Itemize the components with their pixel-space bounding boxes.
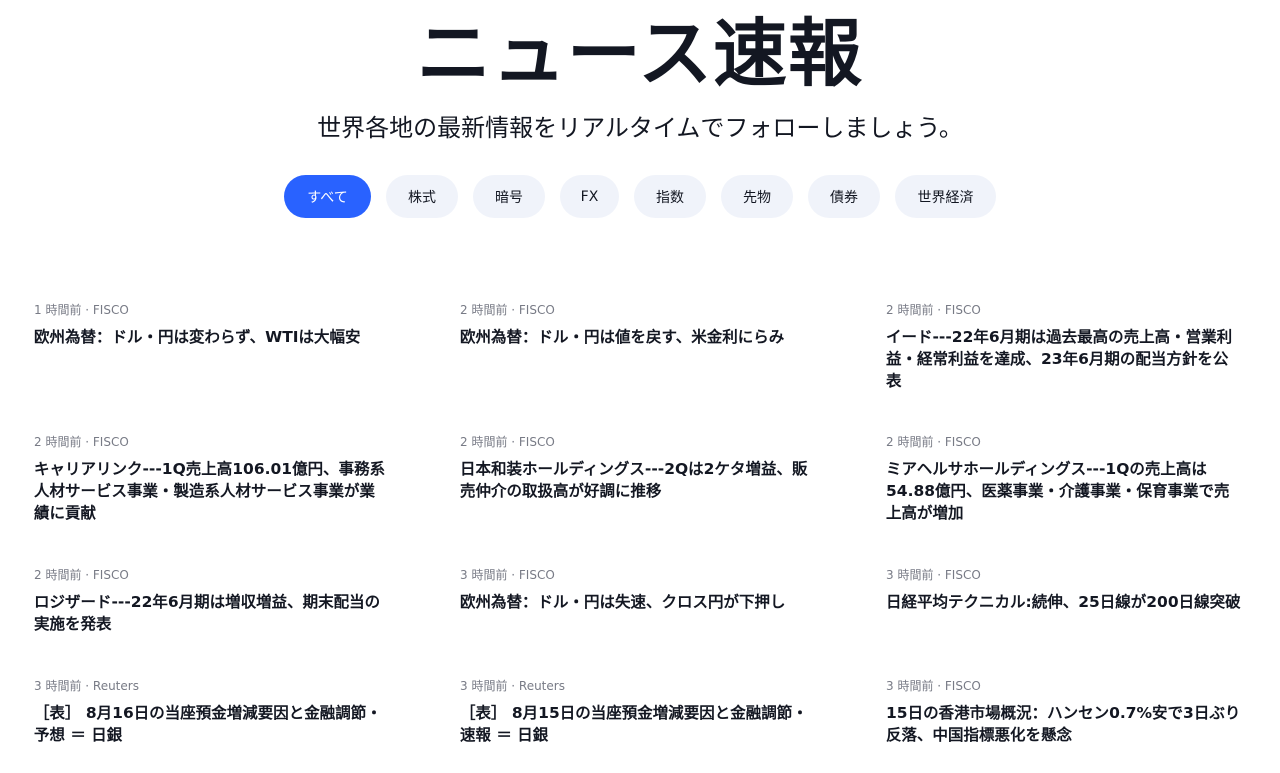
news-meta: 1 時間前 · FISCO — [34, 303, 129, 317]
news-item[interactable]: 2 時間前 · FISCO キャリアリンク---1Q売上高106.01億円、事務… — [34, 434, 389, 524]
news-item[interactable]: 2 時間前 · FISCO 日本和装ホールディングス---2Qは2ケタ増益、販売… — [460, 434, 815, 502]
tab-all[interactable]: すべて — [284, 175, 371, 218]
news-item[interactable]: 3 時間前 · FISCO 日経平均テクニカル:続伸、25日線が200日線突破 — [886, 567, 1241, 613]
news-title[interactable]: 15日の香港市場概況：ハンセン0.7%安で3日ぶり反落、中国指標悪化を懸念 — [886, 702, 1241, 746]
news-meta: 2 時間前 · FISCO — [34, 435, 129, 449]
page-title: ニュース速報 — [416, 11, 864, 97]
tab-fx[interactable]: FX — [560, 175, 619, 218]
tab-world-economy[interactable]: 世界経済 — [895, 175, 996, 218]
news-meta: 2 時間前 · FISCO — [34, 568, 129, 582]
news-item[interactable]: 2 時間前 · FISCO イード---22年6月期は過去最高の売上高・営業利益… — [886, 302, 1241, 392]
news-title[interactable]: 欧州為替：ドル・円は失速、クロス円が下押し — [460, 591, 815, 613]
news-title[interactable]: 欧州為替：ドル・円は値を戻す、米金利にらみ — [460, 326, 815, 348]
news-item[interactable]: 2 時間前 · FISCO 欧州為替：ドル・円は値を戻す、米金利にらみ — [460, 302, 815, 348]
news-item[interactable]: 3 時間前 · FISCO 15日の香港市場概況：ハンセン0.7%安で3日ぶり反… — [886, 678, 1241, 746]
news-title[interactable]: ロジザード---22年6月期は増収増益、期末配当の実施を発表 — [34, 591, 389, 635]
news-title[interactable]: キャリアリンク---1Q売上高106.01億円、事務系人材サービス事業・製造系人… — [34, 458, 389, 524]
news-item[interactable]: 3 時間前 · Reuters ［表］ 8月15日の当座預金増減要因と金融調節・… — [460, 678, 815, 746]
news-meta: 3 時間前 · FISCO — [886, 568, 981, 582]
news-meta: 2 時間前 · FISCO — [460, 303, 555, 317]
news-title[interactable]: ［表］ 8月16日の当座預金増減要因と金融調節・予想 ＝ 日銀 — [34, 702, 389, 746]
news-meta: 2 時間前 · FISCO — [460, 435, 555, 449]
news-item[interactable]: 1 時間前 · FISCO 欧州為替：ドル・円は変わらず、WTIは大幅安 — [34, 302, 389, 348]
news-title[interactable]: ミアヘルサホールディングス---1Qの売上高は54.88億円、医薬事業・介護事業… — [886, 458, 1241, 524]
news-item[interactable]: 3 時間前 · FISCO 欧州為替：ドル・円は失速、クロス円が下押し — [460, 567, 815, 613]
news-meta: 2 時間前 · FISCO — [886, 435, 981, 449]
news-item[interactable]: 2 時間前 · FISCO ミアヘルサホールディングス---1Qの売上高は54.… — [886, 434, 1241, 524]
news-meta: 3 時間前 · Reuters — [460, 679, 565, 693]
tab-bonds[interactable]: 債券 — [808, 175, 880, 218]
news-item[interactable]: 2 時間前 · FISCO ロジザード---22年6月期は増収増益、期末配当の実… — [34, 567, 389, 635]
news-title[interactable]: 日経平均テクニカル:続伸、25日線が200日線突破 — [886, 591, 1241, 613]
news-meta: 3 時間前 · FISCO — [460, 568, 555, 582]
news-item[interactable]: 3 時間前 · Reuters ［表］ 8月16日の当座預金増減要因と金融調節・… — [34, 678, 389, 746]
tab-stocks[interactable]: 株式 — [386, 175, 458, 218]
tab-crypto[interactable]: 暗号 — [473, 175, 545, 218]
news-meta: 3 時間前 · FISCO — [886, 679, 981, 693]
tab-indices[interactable]: 指数 — [634, 175, 706, 218]
page-subtitle: 世界各地の最新情報をリアルタイムでフォローしましょう。 — [317, 114, 963, 142]
news-title[interactable]: 日本和装ホールディングス---2Qは2ケタ増益、販売仲介の取扱高が好調に推移 — [460, 458, 815, 502]
news-meta: 3 時間前 · Reuters — [34, 679, 139, 693]
news-meta: 2 時間前 · FISCO — [886, 303, 981, 317]
category-tabs: すべて 株式 暗号 FX 指数 先物 債券 世界経済 — [0, 175, 1280, 218]
news-title[interactable]: ［表］ 8月15日の当座預金増減要因と金融調節・速報 ＝ 日銀 — [460, 702, 815, 746]
tab-futures[interactable]: 先物 — [721, 175, 793, 218]
news-title[interactable]: イード---22年6月期は過去最高の売上高・営業利益・経常利益を達成、23年6月… — [886, 326, 1241, 392]
news-title[interactable]: 欧州為替：ドル・円は変わらず、WTIは大幅安 — [34, 326, 389, 348]
